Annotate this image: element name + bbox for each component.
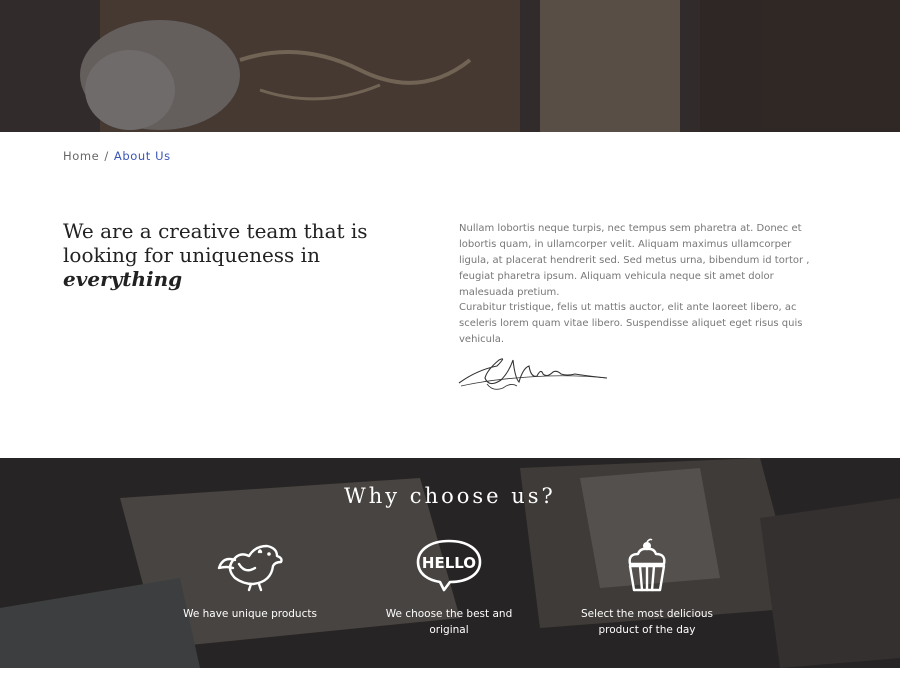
headline-emphasis: everything bbox=[63, 267, 183, 291]
cupcake-icon bbox=[628, 538, 666, 592]
breadcrumb-current: About Us bbox=[113, 149, 171, 163]
feature-label: We have unique products bbox=[183, 608, 317, 620]
about-paragraph-1: Nullam lobortis neque turpis, nec tempus… bbox=[459, 223, 810, 298]
hello-speech-bubble-icon: HELLO bbox=[416, 539, 482, 592]
breadcrumb: Home / About Us bbox=[63, 149, 171, 163]
breadcrumb-separator: / bbox=[104, 149, 109, 163]
feature-unique-products: We have unique products bbox=[170, 538, 330, 622]
feature-label: We choose the best and original bbox=[385, 608, 513, 636]
breadcrumb-home-link[interactable]: Home bbox=[63, 149, 99, 163]
signature-image bbox=[458, 358, 608, 390]
about-headline: We are a creative team that is looking f… bbox=[63, 219, 433, 291]
why-title: Why choose us? bbox=[344, 484, 556, 508]
bird-icon bbox=[217, 544, 283, 592]
headline-text: We are a creative team that is looking f… bbox=[63, 219, 368, 267]
why-choose-us-section: Why choose us? We have unique products H… bbox=[0, 458, 900, 668]
feature-best-original: HELLO We choose the best and original bbox=[369, 538, 529, 638]
feature-delicious-product: Select the most delicious product of the… bbox=[567, 538, 727, 638]
feature-label: Select the most delicious product of the… bbox=[580, 608, 714, 636]
svg-text:HELLO: HELLO bbox=[422, 554, 476, 572]
about-paragraph-2: Curabitur tristique, felis ut mattis auc… bbox=[459, 302, 803, 345]
hero-banner bbox=[0, 0, 900, 132]
